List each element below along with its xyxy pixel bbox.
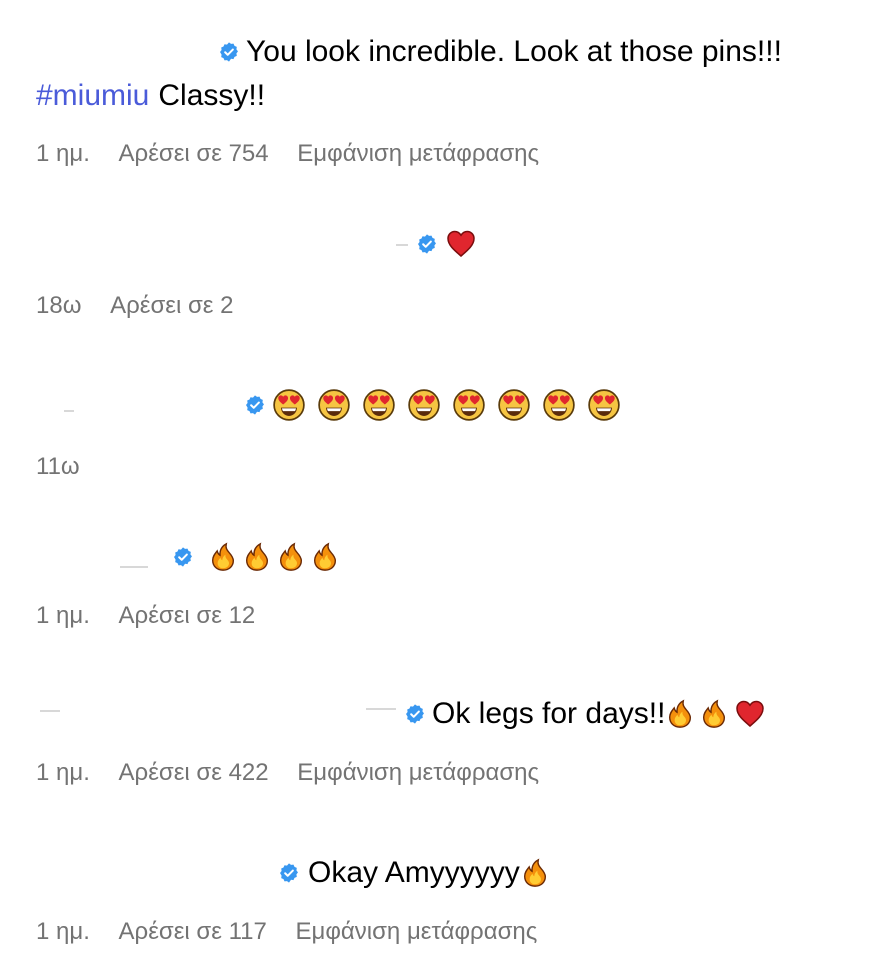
fire-emoji-icon bbox=[310, 542, 340, 572]
comment-timestamp: 1 ημ. bbox=[36, 759, 90, 786]
redacted-username bbox=[40, 710, 60, 712]
comment-meta: 11ω bbox=[36, 452, 102, 482]
heart-eyes-emoji-icon bbox=[497, 388, 531, 422]
heart-eyes-emoji-icon bbox=[407, 388, 441, 422]
fire-emoji-icon bbox=[242, 542, 272, 572]
likes-count-link[interactable]: Αρέσει σε 2 bbox=[110, 291, 233, 321]
likes-count-link[interactable]: Αρέσει σε 754 bbox=[119, 139, 269, 169]
redacted-username bbox=[64, 410, 74, 412]
fire-emoji-icon bbox=[208, 542, 238, 572]
comment-timestamp: 1 ημ. bbox=[36, 918, 90, 945]
likes-count-link[interactable]: Αρέσει σε 117 bbox=[119, 917, 267, 947]
fire-emoji-icon bbox=[665, 699, 695, 729]
verified-badge-icon bbox=[416, 233, 438, 255]
comment-text-line bbox=[172, 542, 342, 572]
comment-meta: 18ω Αρέσει σε 2 bbox=[36, 291, 256, 321]
comment-timestamp: 18ω bbox=[36, 292, 82, 319]
comment-meta: 1 ημ. Αρέσει σε 754 Εμφάνιση μετάφρασης bbox=[36, 139, 561, 169]
heart-eyes-emoji-icon bbox=[362, 388, 396, 422]
see-translation-link[interactable]: Εμφάνιση μετάφρασης bbox=[297, 758, 539, 788]
comment-text-line bbox=[244, 388, 623, 422]
comment-text: Okay Amyyyyyy bbox=[308, 856, 520, 889]
comment-text-line: You look incredible. Look at those pins!… bbox=[218, 34, 782, 70]
comment-timestamp: 11ω bbox=[36, 453, 80, 480]
comment-text: You look incredible. Look at those pins!… bbox=[246, 35, 782, 68]
comment-meta: 1 ημ. Αρέσει σε 422 Εμφάνιση μετάφρασης bbox=[36, 758, 561, 788]
comment-timestamp: 1 ημ. bbox=[36, 602, 90, 629]
red-heart-emoji-icon bbox=[444, 228, 478, 260]
see-translation-link[interactable]: Εμφάνιση μετάφρασης bbox=[296, 917, 538, 947]
comment-text-continued: Classy!! bbox=[158, 79, 266, 112]
heart-eyes-emoji-icon bbox=[272, 388, 306, 422]
redacted-username bbox=[366, 708, 396, 710]
heart-eyes-emoji-icon bbox=[542, 388, 576, 422]
hashtag-link[interactable]: #miumiu bbox=[36, 78, 149, 114]
heart-eyes-emoji-icon bbox=[317, 388, 351, 422]
verified-badge-icon bbox=[218, 41, 240, 63]
verified-badge-icon bbox=[404, 703, 426, 725]
redacted-username bbox=[120, 566, 148, 568]
comment-meta: 1 ημ. Αρέσει σε 117 Εμφάνιση μετάφρασης bbox=[36, 917, 559, 947]
comment-1: You look incredible. Look at those pins!… bbox=[0, 0, 880, 180]
red-heart-emoji-icon bbox=[733, 698, 767, 730]
comment-4: 1 ημ. Αρέσει σε 12 bbox=[0, 530, 880, 640]
see-translation-link[interactable]: Εμφάνιση μετάφρασης bbox=[297, 139, 539, 169]
comment-text-line-2: #miumiu Classy!! bbox=[36, 78, 265, 114]
comment-3: 11ω bbox=[0, 370, 880, 490]
heart-eyes-emoji-icon bbox=[587, 388, 621, 422]
comment-text: Ok legs for days!! bbox=[432, 697, 666, 730]
likes-count-link[interactable]: Αρέσει σε 422 bbox=[119, 758, 269, 788]
verified-badge-icon bbox=[244, 394, 266, 416]
verified-badge-icon bbox=[278, 862, 300, 884]
comment-text-line: Ok legs for days!! bbox=[404, 696, 769, 732]
fire-emoji-icon bbox=[699, 699, 729, 729]
fire-emoji-icon bbox=[276, 542, 306, 572]
comment-2: 18ω Αρέσει σε 2 bbox=[0, 210, 880, 330]
verified-badge-icon bbox=[172, 546, 194, 568]
comment-meta: 1 ημ. Αρέσει σε 12 bbox=[36, 601, 277, 631]
redacted-username bbox=[396, 244, 408, 246]
comment-6: Okay Amyyyyyy 1 ημ. Αρέσει σε 117 Εμφάνι… bbox=[0, 840, 880, 960]
comment-timestamp: 1 ημ. bbox=[36, 140, 90, 167]
likes-count-link[interactable]: Αρέσει σε 12 bbox=[119, 601, 256, 631]
comment-text-line bbox=[416, 228, 480, 260]
fire-emoji-icon bbox=[520, 858, 550, 888]
heart-eyes-emoji-icon bbox=[452, 388, 486, 422]
comment-text-line: Okay Amyyyyyy bbox=[278, 855, 552, 891]
comment-5: Ok legs for days!! 1 ημ. Αρέσει σε 422 Ε… bbox=[0, 680, 880, 800]
